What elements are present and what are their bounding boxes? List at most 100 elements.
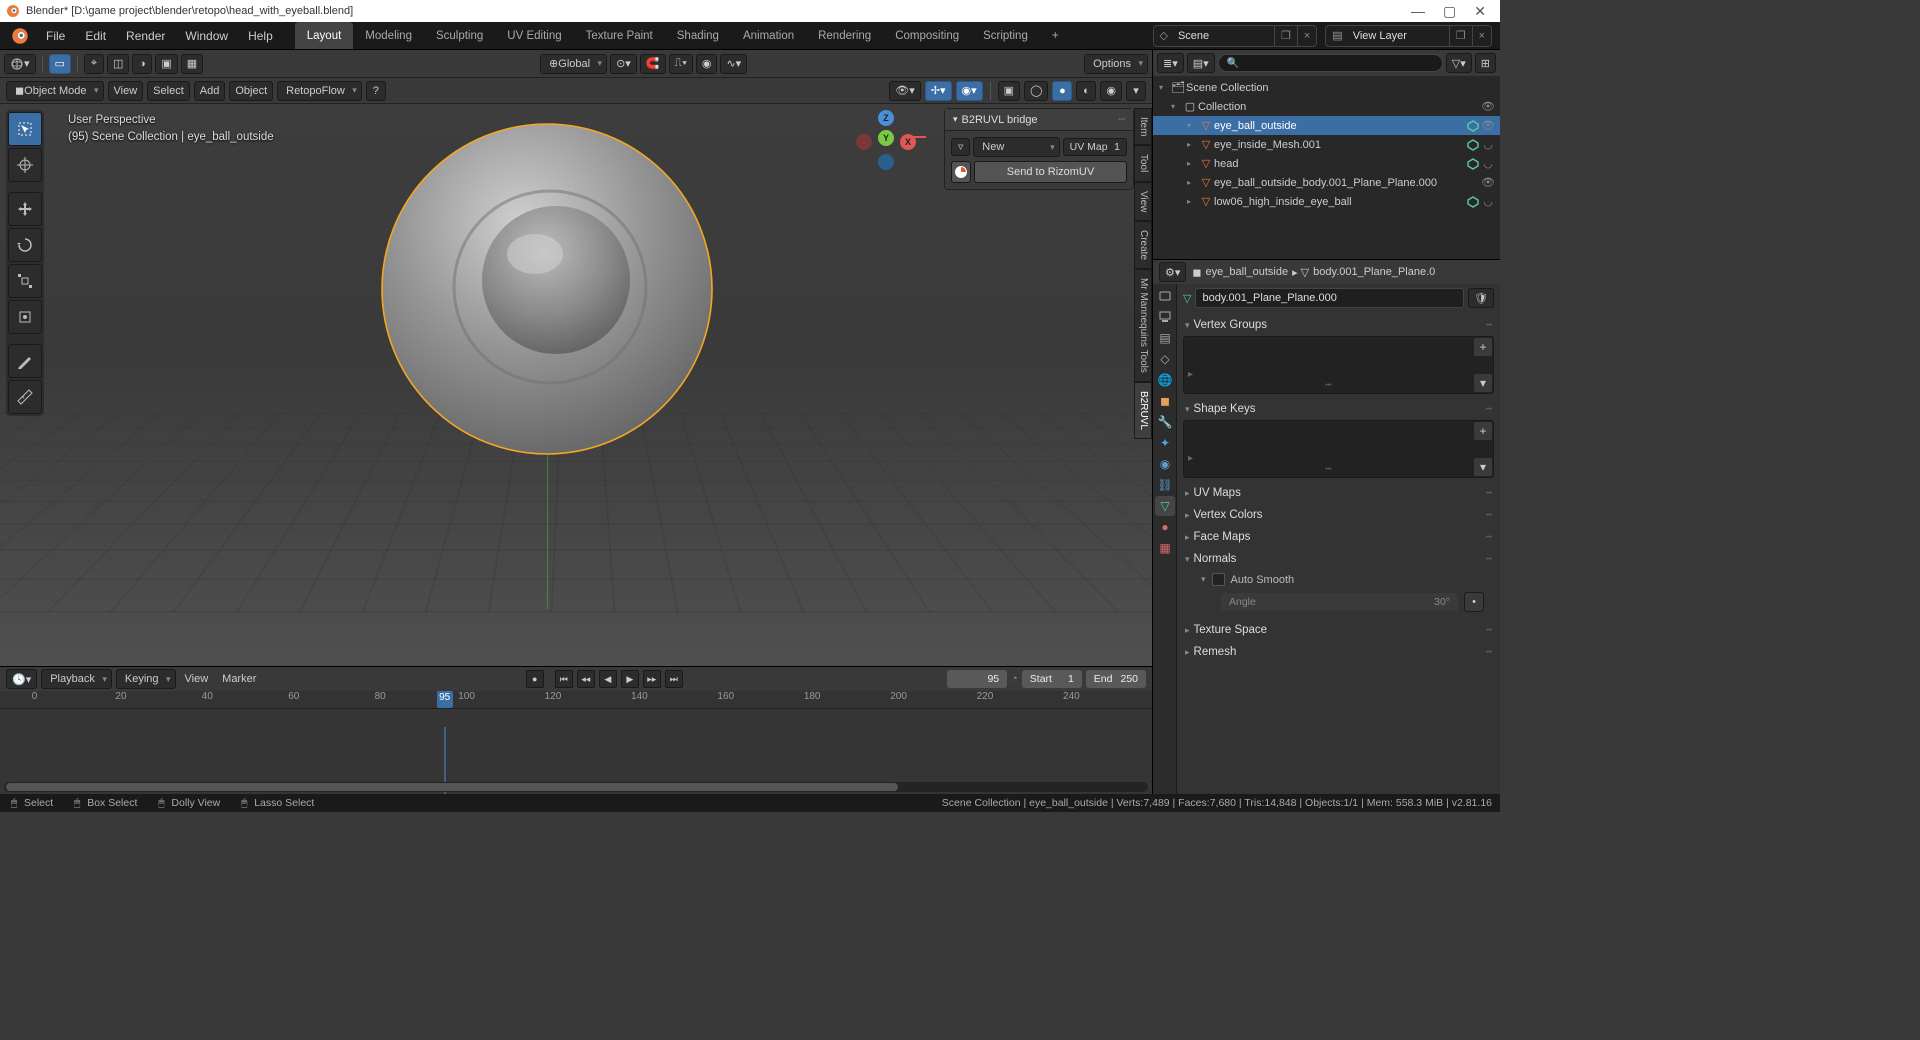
- tl-menu-view[interactable]: View: [180, 669, 214, 689]
- ws-compositing[interactable]: Compositing: [883, 22, 971, 49]
- outliner-display-icon[interactable]: ▤▾: [1187, 53, 1215, 73]
- uvmap-new-dropdown[interactable]: New: [973, 137, 1059, 157]
- shading-wireframe-icon[interactable]: ◯: [1024, 81, 1048, 101]
- panel-vertex-colors[interactable]: Vertex Colors┅: [1183, 504, 1494, 526]
- tool-measure[interactable]: [8, 380, 42, 414]
- panel-face-maps[interactable]: Face Maps┅: [1183, 526, 1494, 548]
- end-frame-field[interactable]: End250: [1086, 670, 1146, 688]
- menu-render[interactable]: Render: [116, 25, 175, 47]
- viewlayer-browse-icon[interactable]: ❐: [1449, 26, 1472, 46]
- tool-rotate[interactable]: [8, 228, 42, 262]
- ptab-texture[interactable]: ▦: [1155, 538, 1175, 558]
- shield-icon[interactable]: 🛡: [1468, 288, 1494, 308]
- sk-add-button[interactable]: +: [1474, 422, 1492, 440]
- snap-dropdown-icon[interactable]: ⎍▾: [669, 54, 693, 74]
- tree-row[interactable]: ▸▽head◡: [1153, 154, 1500, 173]
- visibility-eye-icon[interactable]: ◡: [1480, 138, 1496, 151]
- panel-uv-maps[interactable]: UV Maps┅: [1183, 482, 1494, 504]
- outliner-search[interactable]: 🔍: [1218, 54, 1443, 72]
- proportional-dropdown-icon[interactable]: ∿▾: [720, 54, 747, 74]
- retopoflow-dropdown[interactable]: RetopoFlow: [277, 81, 362, 101]
- play-reverse-icon[interactable]: ◀: [599, 670, 617, 688]
- ntab-tool[interactable]: Tool: [1134, 145, 1152, 181]
- tree-row[interactable]: ▸▽eye_inside_Mesh.001◡: [1153, 135, 1500, 154]
- ws-animation[interactable]: Animation: [731, 22, 806, 49]
- outliner-new-collection-icon[interactable]: ⊞: [1475, 53, 1496, 73]
- viewlayer-remove-icon[interactable]: ×: [1472, 26, 1491, 46]
- tool-annotate[interactable]: [8, 344, 42, 378]
- visibility-eye-icon[interactable]: 👁: [1480, 100, 1496, 113]
- gizmo-visibility-icon[interactable]: ✢▾: [925, 81, 952, 101]
- ws-scripting[interactable]: Scripting: [971, 22, 1040, 49]
- proportional-toggle-icon[interactable]: ◉: [696, 54, 718, 74]
- timeline-body[interactable]: [0, 709, 1152, 794]
- shading-dropdown-icon[interactable]: ▾: [1126, 81, 1146, 101]
- vg-specials-icon[interactable]: ▾: [1474, 374, 1492, 392]
- eyeball-mesh[interactable]: [380, 122, 714, 456]
- jump-start-icon[interactable]: ⏮: [555, 670, 573, 688]
- ws-layout[interactable]: Layout: [295, 22, 354, 49]
- panel-shape-keys[interactable]: Shape Keys┅: [1183, 398, 1494, 420]
- options-dropdown[interactable]: Options: [1084, 54, 1148, 74]
- outliner-tree[interactable]: ▾🗂 Scene Collection ▾▢Collection👁▾▽eye_b…: [1153, 76, 1500, 259]
- scene-input[interactable]: [1174, 28, 1274, 44]
- menu-window[interactable]: Window: [175, 25, 238, 47]
- maximize-button[interactable]: ▢: [1443, 3, 1456, 20]
- start-frame-field[interactable]: Start1: [1022, 670, 1082, 688]
- clock-icon[interactable]: ◔: [1011, 673, 1018, 685]
- menu-select[interactable]: Select: [147, 81, 190, 101]
- ptab-output[interactable]: [1155, 307, 1175, 327]
- gizmo-transform-icon[interactable]: ▦: [181, 54, 203, 74]
- ws-rendering[interactable]: Rendering: [806, 22, 883, 49]
- ptab-modifiers[interactable]: 🔧: [1155, 412, 1175, 432]
- help-icon[interactable]: ?: [366, 81, 386, 101]
- angle-field[interactable]: Angle30°: [1221, 593, 1458, 611]
- snap-toggle-icon[interactable]: 🧲: [640, 54, 666, 74]
- vertex-groups-list[interactable]: ▸┅ + ▾: [1183, 336, 1494, 394]
- send-to-rizomuv-button[interactable]: Send to RizomUV: [974, 161, 1127, 183]
- gizmo-scale-icon[interactable]: ▣: [155, 54, 177, 74]
- scene-remove-icon[interactable]: ×: [1297, 26, 1316, 46]
- sk-specials-icon[interactable]: ▾: [1474, 458, 1492, 476]
- ptab-physics[interactable]: ◉: [1155, 454, 1175, 474]
- panel-vertex-groups[interactable]: Vertex Groups┅: [1183, 314, 1494, 336]
- visibility-eye-icon[interactable]: ◡: [1480, 195, 1496, 208]
- autokey-icon[interactable]: ●: [526, 670, 544, 688]
- visibility-eye-icon[interactable]: 👁: [1480, 176, 1496, 189]
- blender-icon[interactable]: [10, 26, 30, 46]
- panel-texture-space[interactable]: Texture Space┅: [1183, 619, 1494, 641]
- select-mode-tweak-icon[interactable]: ▭: [49, 54, 71, 74]
- ws-uvediting[interactable]: UV Editing: [495, 22, 573, 49]
- tool-transform[interactable]: [8, 300, 42, 334]
- n-panel-header[interactable]: B2RUVL bridge ┅: [945, 109, 1133, 131]
- ntab-b2ruvl[interactable]: B2RUVL: [1134, 382, 1152, 439]
- viewport-3d[interactable]: User Perspective (95) Scene Collection |…: [0, 104, 1152, 666]
- tool-select-box[interactable]: [8, 112, 42, 146]
- ptab-scene[interactable]: ◇: [1155, 349, 1175, 369]
- ntab-item[interactable]: Item: [1134, 108, 1152, 145]
- pivot-icon[interactable]: ⊙▾: [610, 54, 637, 74]
- ws-shading[interactable]: Shading: [665, 22, 731, 49]
- tree-row[interactable]: ▸▽low06_high_inside_eye_ball◡: [1153, 192, 1500, 211]
- ws-add[interactable]: +: [1040, 22, 1071, 49]
- uvmap-name-field[interactable]: UV Map1: [1063, 138, 1127, 156]
- panel-remesh[interactable]: Remesh┅: [1183, 641, 1494, 663]
- ws-modeling[interactable]: Modeling: [353, 22, 424, 49]
- ws-sculpting[interactable]: Sculpting: [424, 22, 495, 49]
- ntab-view[interactable]: View: [1134, 182, 1152, 222]
- menu-view[interactable]: View: [108, 81, 144, 101]
- timeline-scrollbar[interactable]: [4, 782, 1148, 792]
- axis-neg-z[interactable]: [878, 154, 894, 170]
- shading-rendered-icon[interactable]: ◉: [1100, 81, 1122, 101]
- outliner-editor-icon[interactable]: ≣▾: [1157, 53, 1184, 73]
- menu-file[interactable]: File: [36, 25, 75, 47]
- keying-dropdown[interactable]: Keying: [116, 669, 176, 689]
- mesh-name-input[interactable]: [1195, 288, 1464, 308]
- cursor-tool-icon[interactable]: ⌖: [84, 54, 104, 74]
- ptab-constraints[interactable]: ⛓: [1155, 475, 1175, 495]
- nav-gizmo[interactable]: Z Y X: [856, 110, 916, 170]
- tree-scene-collection[interactable]: ▾🗂 Scene Collection: [1153, 78, 1500, 97]
- ws-texturepaint[interactable]: Texture Paint: [574, 22, 665, 49]
- props-editor-icon[interactable]: ⚙▾: [1159, 262, 1186, 282]
- ptab-material[interactable]: ●: [1155, 517, 1175, 537]
